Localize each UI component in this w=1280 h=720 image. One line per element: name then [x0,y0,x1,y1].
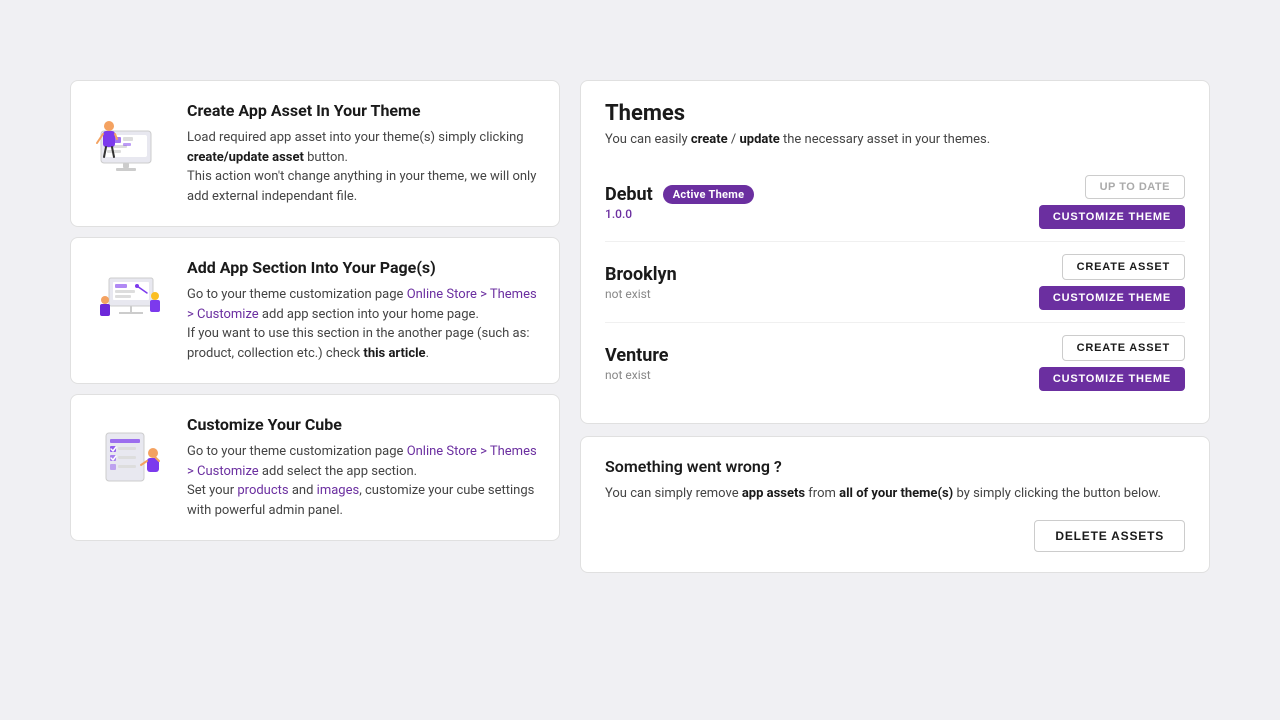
add-section-body: Go to your theme customization page Onli… [187,285,539,363]
add-section-content: Add App Section Into Your Page(s) Go to … [187,258,539,363]
debut-actions: UP TO DATE CUSTOMIZE THEME [1039,175,1185,229]
create-asset-body: Load required app asset into your theme(… [187,128,539,206]
debut-customize-button[interactable]: CUSTOMIZE THEME [1039,205,1185,229]
brooklyn-actions: CREATE ASSET CUSTOMIZE THEME [1039,254,1185,310]
brooklyn-info: Brooklyn not exist [605,264,677,301]
create-asset-illustration [91,101,171,181]
products-link[interactable]: products [237,483,288,498]
theme-row-debut: Debut Active Theme 1.0.0 UP TO DATE CUST… [605,163,1185,242]
venture-actions: CREATE ASSET CUSTOMIZE THEME [1039,335,1185,391]
brooklyn-create-asset-button[interactable]: CREATE ASSET [1062,254,1185,280]
images-link[interactable]: images [317,483,360,498]
brooklyn-name-row: Brooklyn [605,264,677,285]
up-to-date-button[interactable]: UP TO DATE [1085,175,1185,199]
customize-cube-content: Customize Your Cube Go to your theme cus… [187,415,539,520]
themes-card: Themes You can easily create / update th… [580,80,1210,424]
customize-cube-illustration [91,415,171,495]
error-title: Something went wrong ? [605,457,1185,476]
error-description: You can simply remove app assets from al… [605,484,1185,504]
themes-title: Themes [605,101,1185,126]
themes-description: You can easily create / update the neces… [605,132,1185,147]
add-section-illustration [91,258,171,338]
online-store-themes-link-2[interactable]: Online Store > Themes > Customize [187,444,537,479]
venture-customize-button[interactable]: CUSTOMIZE THEME [1039,367,1185,391]
customize-cube-card: Customize Your Cube Go to your theme cus… [70,394,560,541]
venture-create-asset-button[interactable]: CREATE ASSET [1062,335,1185,361]
left-panel: Create App Asset In Your Theme Load requ… [70,80,560,573]
venture-status: not exist [605,368,669,382]
app-assets-bold: app assets [742,486,805,501]
venture-name-row: Venture [605,345,669,366]
debut-name: Debut [605,184,653,205]
brooklyn-customize-button[interactable]: CUSTOMIZE THEME [1039,286,1185,310]
this-article-link[interactable]: this article [363,346,425,361]
error-card: Something went wrong ? You can simply re… [580,436,1210,573]
brooklyn-name: Brooklyn [605,264,677,285]
theme-row-brooklyn: Brooklyn not exist CREATE ASSET CUSTOMIZ… [605,242,1185,323]
debut-version: 1.0.0 [605,207,754,221]
online-store-themes-link-1[interactable]: Online Store > Themes > Customize [187,287,537,322]
add-section-card: Add App Section Into Your Page(s) Go to … [70,237,560,384]
venture-name: Venture [605,345,669,366]
venture-info: Venture not exist [605,345,669,382]
create-asset-title: Create App Asset In Your Theme [187,101,539,120]
debut-info: Debut Active Theme 1.0.0 [605,184,754,221]
create-asset-content: Create App Asset In Your Theme Load requ… [187,101,539,206]
brooklyn-status: not exist [605,287,677,301]
create-update-asset-bold: create/update asset [187,150,304,165]
all-themes-bold: all of your theme(s) [839,486,953,501]
create-bold: create [691,132,728,147]
active-theme-badge: Active Theme [663,185,755,204]
customize-cube-body: Go to your theme customization page Onli… [187,442,539,520]
create-asset-card: Create App Asset In Your Theme Load requ… [70,80,560,227]
debut-name-row: Debut Active Theme [605,184,754,205]
add-section-title: Add App Section Into Your Page(s) [187,258,539,277]
right-panel: Themes You can easily create / update th… [580,80,1210,573]
delete-assets-button[interactable]: DELETE ASSETS [1034,520,1185,552]
main-container: Create App Asset In Your Theme Load requ… [70,80,1210,573]
theme-row-venture: Venture not exist CREATE ASSET CUSTOMIZE… [605,323,1185,403]
update-bold: update [740,132,780,147]
customize-cube-title: Customize Your Cube [187,415,539,434]
